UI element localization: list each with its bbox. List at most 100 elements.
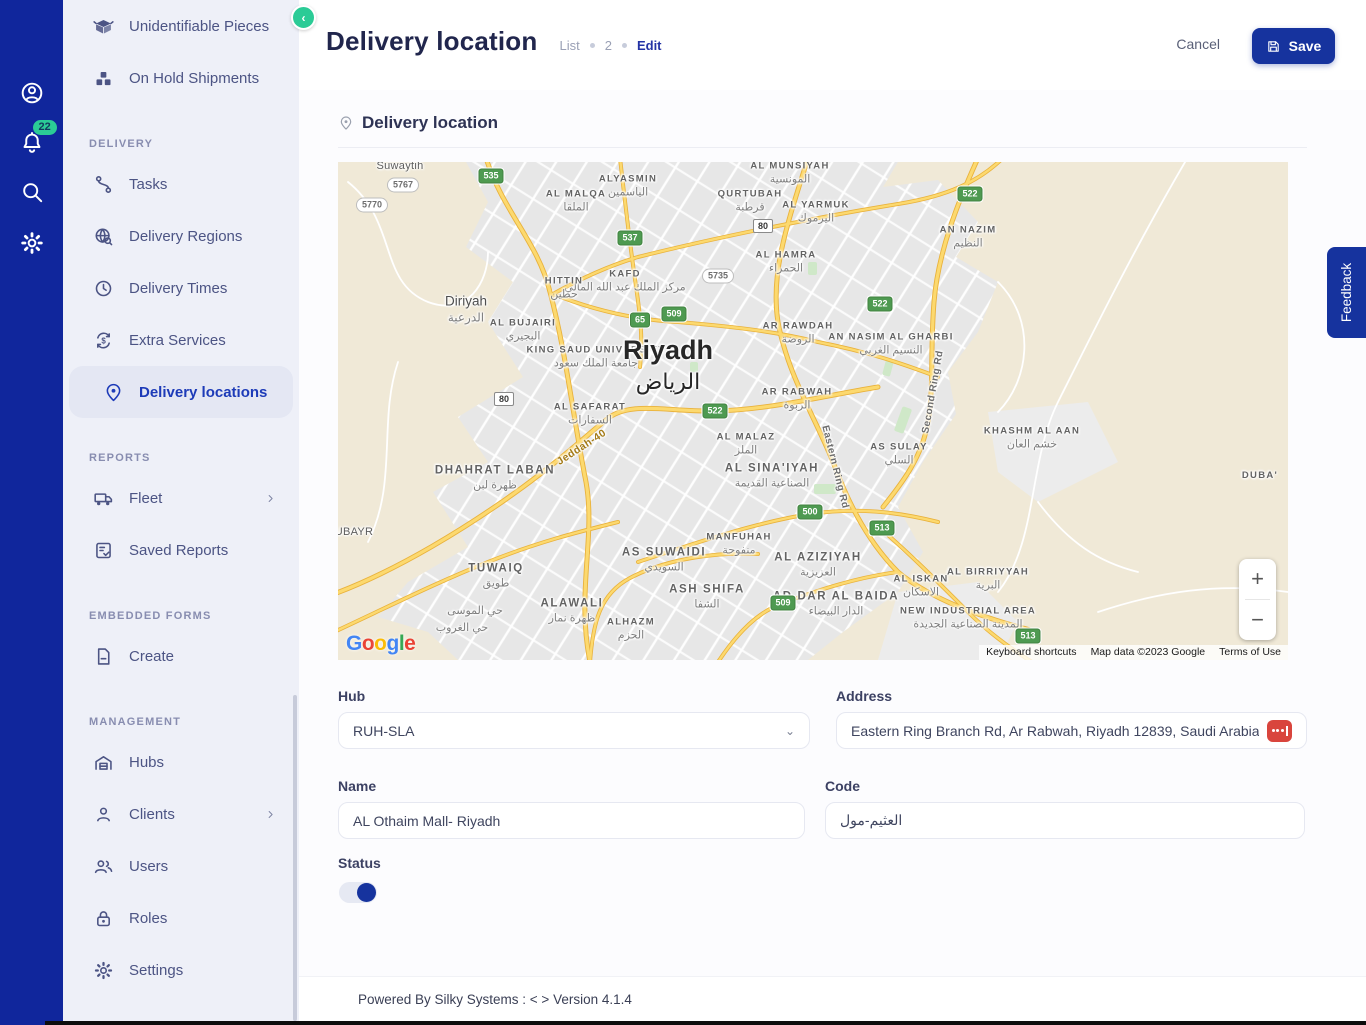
breadcrumb-separator [622,43,627,48]
account-icon[interactable] [19,80,45,106]
box-icon [93,16,114,37]
cancel-button[interactable]: Cancel [1176,36,1220,52]
gear-icon [93,960,114,981]
route-icon [93,174,114,195]
truck-icon [93,488,114,509]
address-field[interactable]: Eastern Ring Branch Rd, Ar Rabwah, Riyad… [836,712,1307,749]
save-icon [1266,39,1281,54]
terms-of-use-link[interactable]: Terms of Use [1212,645,1288,660]
footer-text: Powered By Silky Systems : < > Version 4… [358,992,632,1007]
sidebar-item-fleet[interactable]: Fleet [63,472,299,524]
sidebar-item-label: On Hold Shipments [129,70,287,87]
sidebar-item-label: Delivery locations [139,384,281,401]
chevron-down-icon: ⌄ [785,724,795,738]
main-content: Delivery location List 2 Edit Cancel Sav… [299,0,1366,1025]
section-title-row: Delivery location [338,113,498,133]
address-map-picker-button[interactable] [1267,720,1292,742]
sidebar-item-label: Unidentifiable Pieces [129,18,287,35]
sidebar-item-roles[interactable]: Roles [63,892,299,944]
chevron-right-icon [264,808,277,821]
left-rail: 22 [0,0,63,1025]
hub-select[interactable]: RUH-SLA ⌄ [338,712,810,749]
notifications-bell-icon[interactable]: 22 [19,130,45,156]
map-attribution: Keyboard shortcuts Map data ©2023 Google… [979,645,1288,660]
hub-value: RUH-SLA [353,723,414,739]
sidebar-item-label: Hubs [129,754,287,771]
page-header: Delivery location List 2 Edit Cancel Sav… [299,0,1366,90]
sidebar-item-label: Saved Reports [129,542,287,559]
code-label: Code [825,778,860,794]
sidebar-item-settings[interactable]: Settings [63,944,299,996]
sidebar-item-label: Clients [129,806,249,823]
pin-icon [103,382,124,403]
report-icon [93,540,114,561]
sidebar-item-tasks[interactable]: Tasks [63,158,299,210]
window-bottom-edge [45,1021,1366,1025]
google-logo[interactable]: Google [346,632,415,656]
breadcrumb-page[interactable]: 2 [605,38,612,53]
sidebar-item-delivery-times[interactable]: Delivery Times [63,262,299,314]
page-title: Delivery location [326,26,537,57]
sidebar-item-label: Tasks [129,176,287,193]
sidebar-item-label: Fleet [129,490,249,507]
status-toggle[interactable] [339,882,377,903]
name-input[interactable] [338,802,805,839]
sidebar-item-unidentifiable-pieces[interactable]: Unidentifiable Pieces [63,0,299,52]
pallet-icon [93,68,114,89]
sidebar-item-on-hold-shipments[interactable]: On Hold Shipments [63,52,299,104]
map-pin-icon [338,115,354,131]
code-input[interactable] [825,802,1305,839]
breadcrumb: List 2 Edit [559,38,661,53]
gear-icon[interactable] [19,230,45,256]
lock-icon [93,908,114,929]
sidebar-section-header-embedded-forms: EMBEDDED FORMS [89,610,299,630]
zoom-out-button[interactable]: − [1239,600,1276,640]
sidebar: Unidentifiable PiecesOn Hold ShipmentsDE… [63,0,299,1025]
section-divider [338,147,1307,148]
address-value: Eastern Ring Branch Rd, Ar Rabwah, Riyad… [851,723,1259,739]
clock-icon [93,278,114,299]
sidebar-item-extra-services[interactable]: Extra Services [63,314,299,366]
person-icon [93,804,114,825]
doc-icon [93,646,114,667]
sidebar-item-clients[interactable]: Clients [63,788,299,840]
hub-label: Hub [338,688,365,704]
sidebar-item-label: Settings [129,962,287,979]
sidebar-section-header-management: MANAGEMENT [89,716,299,736]
address-label: Address [836,688,892,704]
sidebar-scrollbar[interactable] [293,695,297,1021]
chevron-right-icon [264,492,277,505]
sidebar-item-label: Delivery Times [129,280,287,297]
sidebar-collapse-button[interactable]: ‹ [291,5,316,30]
sidebar-item-delivery-locations[interactable]: Delivery locations [69,366,293,418]
map-data-label: Map data ©2023 Google [1084,645,1213,660]
sidebar-item-users[interactable]: Users [63,840,299,892]
map-base-art [338,162,1288,660]
keyboard-shortcuts-link[interactable]: Keyboard shortcuts [979,645,1083,660]
feedback-button[interactable]: Feedback [1327,247,1366,338]
breadcrumb-separator [590,43,595,48]
sidebar-item-label: Users [129,858,287,875]
sidebar-item-delivery-regions[interactable]: Delivery Regions [63,210,299,262]
notification-badge: 22 [33,120,57,135]
sidebar-section-header-reports: REPORTS [89,452,299,472]
breadcrumb-list[interactable]: List [559,38,579,53]
sidebar-item-label: Create [129,648,287,665]
search-icon[interactable] [19,179,45,205]
name-label: Name [338,778,376,794]
status-label: Status [338,855,381,871]
sidebar-item-saved-reports[interactable]: Saved Reports [63,524,299,576]
save-button[interactable]: Save [1252,28,1335,64]
map-canvas[interactable]: SuwaytihAL MALQAالملقاALYASMINالياسمينQU… [338,162,1288,660]
footer: Powered By Silky Systems : < > Version 4… [299,976,1366,1021]
money-icon [93,330,114,351]
sidebar-item-hubs[interactable]: Hubs [63,736,299,788]
toggle-knob [357,883,376,902]
zoom-in-button[interactable]: + [1239,559,1276,599]
breadcrumb-current: Edit [637,38,662,53]
section-title: Delivery location [362,113,498,133]
sidebar-item-create[interactable]: Create [63,630,299,682]
sidebar-item-label: Roles [129,910,287,927]
sidebar-item-label: Extra Services [129,332,287,349]
sidebar-item-label: Delivery Regions [129,228,287,245]
